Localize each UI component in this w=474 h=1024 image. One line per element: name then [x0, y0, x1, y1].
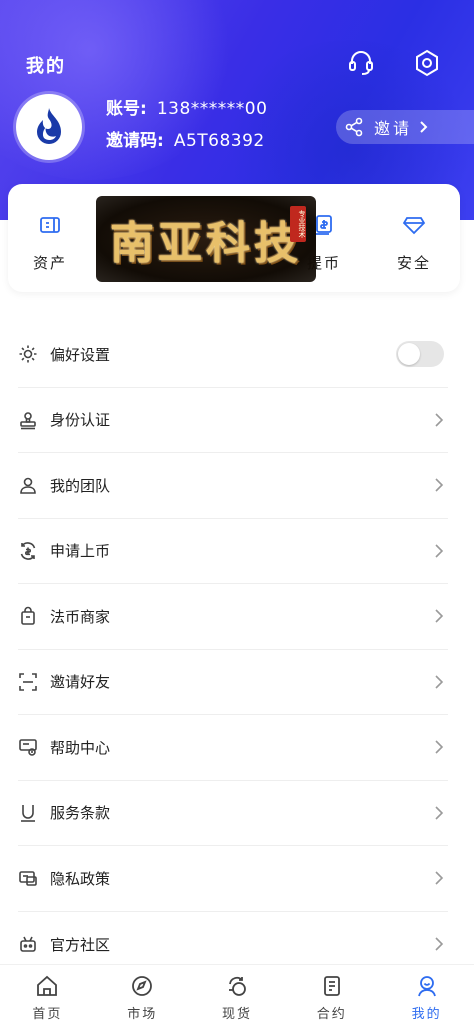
customer-support-icon[interactable] [346, 48, 376, 78]
menu-item-label: 邀请好友 [50, 673, 111, 692]
logo-text: 南亚科技 [110, 218, 302, 269]
chevron-right-icon [434, 805, 444, 821]
spot-icon [225, 973, 249, 999]
quick-action-label: 安全 [396, 254, 431, 272]
asset-icon [10, 214, 90, 238]
menu-item-label: 偏好设置 [50, 345, 111, 364]
settings-menu: 偏好设置 身份认证 我的团队 申请上币 法币商家 邀请好友 帮助中心 服务条款 … [18, 322, 448, 977]
chevron-right-icon [434, 739, 444, 755]
page-title: 我的 [26, 56, 66, 77]
quick-action-label: 资产 [32, 254, 67, 272]
user-icon [18, 475, 38, 495]
stamp-icon [18, 410, 38, 430]
menu-item-privacy[interactable]: 隐私政策 [18, 846, 448, 912]
profile-icon [415, 973, 439, 999]
tab-market[interactable]: 市场 [95, 965, 190, 1024]
chevron-right-icon [418, 120, 430, 134]
account-value: 138******00 [156, 99, 268, 119]
chevron-right-icon [434, 936, 444, 952]
tab-label: 我的 [411, 1007, 442, 1022]
menu-item-label: 隐私政策 [50, 869, 111, 888]
contract-icon [320, 973, 344, 999]
menu-item-label: 帮助中心 [50, 738, 111, 757]
tab-label: 市场 [127, 1007, 158, 1022]
menu-item-label: 申请上币 [50, 542, 111, 561]
preferences-toggle[interactable] [396, 341, 444, 368]
diamond-icon [374, 214, 454, 238]
chevron-right-icon [434, 674, 444, 690]
chevron-right-icon [434, 870, 444, 886]
coin-cycle-icon [18, 541, 38, 561]
avatar[interactable] [16, 94, 82, 160]
account-line: 账号: 138******00 [106, 94, 267, 119]
tab-label: 现货 [221, 1007, 252, 1022]
share-icon [344, 117, 364, 137]
invite-button-label: 邀请 [374, 119, 413, 138]
invite-code-line: 邀请码: A5T68392 [106, 126, 265, 151]
invite-button[interactable]: 邀请 [336, 110, 474, 144]
tab-home[interactable]: 首页 [0, 965, 95, 1024]
terms-icon [18, 803, 38, 823]
brand-flame-icon [37, 108, 61, 144]
quick-action-security[interactable]: 安全 [374, 214, 454, 273]
menu-item-label: 我的团队 [50, 476, 111, 495]
chevron-right-icon [434, 477, 444, 493]
tab-contract[interactable]: 合约 [284, 965, 379, 1024]
chevron-right-icon [434, 608, 444, 624]
compass-icon [130, 973, 154, 999]
shop-bag-icon [18, 606, 38, 626]
nanya-tech-logo-overlay: 南亚科技 专业技术 [96, 196, 316, 282]
home-icon [35, 973, 59, 999]
privacy-icon [18, 868, 38, 888]
menu-item-help-center[interactable]: 帮助中心 [18, 715, 448, 781]
bottom-tab-bar: 首页 市场 现货 合约 我的 [0, 964, 474, 1024]
menu-item-identity[interactable]: 身份认证 [18, 388, 448, 453]
quick-action-asset[interactable]: 资产 [10, 214, 90, 273]
tab-label: 首页 [32, 1007, 63, 1022]
logo-seal: 专业技术 [290, 206, 306, 242]
invite-code-label: 邀请码: [106, 131, 164, 151]
chevron-right-icon [434, 412, 444, 428]
tab-label: 合约 [316, 1007, 347, 1022]
toggle-knob [398, 343, 420, 366]
menu-item-label: 身份认证 [50, 411, 111, 430]
chevron-right-icon [434, 543, 444, 559]
help-card-icon [18, 737, 38, 757]
robot-icon [18, 934, 38, 954]
menu-item-fiat-merchant[interactable]: 法币商家 [18, 584, 448, 650]
account-label: 账号: [106, 99, 147, 119]
tab-profile[interactable]: 我的 [379, 965, 474, 1024]
scan-frame-icon [18, 672, 38, 692]
settings-gear-icon[interactable] [412, 48, 442, 78]
invite-code-value: A5T68392 [173, 131, 265, 151]
menu-item-preferences[interactable]: 偏好设置 [18, 322, 448, 388]
menu-item-apply-listing[interactable]: 申请上币 [18, 519, 448, 584]
menu-item-invite-friends[interactable]: 邀请好友 [18, 650, 448, 715]
menu-item-label: 服务条款 [50, 804, 111, 823]
menu-item-label: 官方社区 [50, 935, 111, 954]
menu-item-terms[interactable]: 服务条款 [18, 781, 448, 846]
tab-spot[interactable]: 现货 [190, 965, 285, 1024]
sun-icon [18, 344, 38, 364]
menu-item-label: 法币商家 [50, 607, 111, 626]
menu-item-my-team[interactable]: 我的团队 [18, 453, 448, 519]
